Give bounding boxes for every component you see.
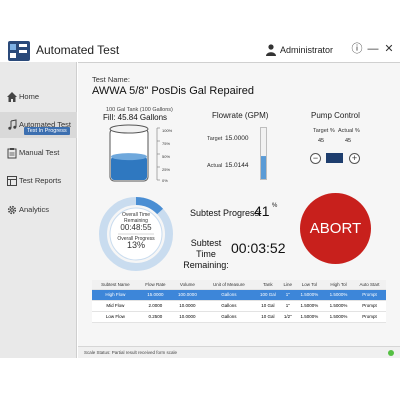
pump-increase-button[interactable]: + <box>349 153 360 164</box>
column-header[interactable]: Auto Start <box>353 280 386 290</box>
column-header[interactable]: Low Tol <box>294 280 324 290</box>
subtest-progress-label: Subtest Progress: <box>190 208 262 218</box>
table-cell: 100 Gal <box>254 289 281 301</box>
column-header[interactable]: High Tol <box>323 280 354 290</box>
sidebar-item-label: Test Reports <box>19 176 62 185</box>
subtest-time-value: 00:03:52 <box>231 240 286 256</box>
abort-button[interactable]: ABORT <box>300 193 371 264</box>
table-cell: 1" <box>280 289 295 301</box>
tank-scale-label: 25% <box>162 167 171 172</box>
table-row[interactable]: Low Flow 0.2500 10.0000 Gallons 10 Gal 1… <box>92 311 386 323</box>
table-cell: 15.0000 <box>138 289 173 301</box>
table-cell: 1.5000% <box>323 300 354 312</box>
tank-scale-label: 100% <box>162 128 173 133</box>
test-in-progress-badge: Test In Progress <box>24 127 70 135</box>
table-cell: Gallons <box>202 289 255 301</box>
pump-control-title: Pump Control <box>311 111 360 120</box>
table-cell: 1.5000% <box>294 300 324 312</box>
table-cell: 10.0000 <box>172 311 203 323</box>
flowrate-actual-label: Actual <box>207 163 223 169</box>
table-cell: 1.5000% <box>294 289 324 301</box>
subtest-table: Subtest Name Flow Rate Volume Unit of Me… <box>92 280 386 323</box>
table-cell: 100.0000 <box>172 289 203 301</box>
test-name: AWWA 5/8" PosDis Gal Repaired <box>92 85 255 97</box>
sidebar-item-label: Manual Test <box>19 148 60 157</box>
tank-scale-label: 75% <box>162 141 171 146</box>
flowrate-bar <box>260 127 267 180</box>
tank-gauge <box>109 124 149 182</box>
overall-time-value: 00:48:55 <box>120 223 152 232</box>
table-cell: 1.5000% <box>294 311 324 323</box>
help-icon[interactable]: ⓘ <box>350 42 364 56</box>
gear-icon <box>7 205 17 215</box>
table-cell: Mid Flow <box>92 300 139 312</box>
pump-target-value: 45 <box>318 138 325 144</box>
column-header[interactable]: Volume <box>172 280 203 290</box>
flowrate-title: Flowrate (GPM) <box>212 111 269 120</box>
pump-decrease-button[interactable]: − <box>310 153 321 164</box>
status-indicator-icon <box>388 350 394 356</box>
table-cell: High Flow <box>92 289 139 301</box>
subtest-progress-unit: % <box>272 203 278 209</box>
sidebar-item-home[interactable]: Home <box>0 84 77 112</box>
status-bar: Scale Status: Partial result received fo… <box>78 346 400 358</box>
column-header[interactable]: Line <box>280 280 295 290</box>
column-header[interactable]: Tank <box>254 280 281 290</box>
table-cell: Low Flow <box>92 311 139 323</box>
pump-actual-label: Actual % <box>338 128 360 134</box>
clipboard-icon <box>7 148 17 159</box>
app-title: Automated Test <box>36 43 120 57</box>
table-cell: 1" <box>280 300 295 312</box>
tank-fill-text: Fill: 45.84 Gallons <box>103 113 168 122</box>
scale-status-text: Scale Status: Partial result received fo… <box>84 350 178 355</box>
subtest-time-label: Subtest Time Remaining: <box>183 238 229 270</box>
table-cell: Gallons <box>202 300 255 312</box>
user-name[interactable]: Administrator <box>280 45 333 55</box>
sidebar-item-analytics[interactable]: Analytics <box>0 197 77 225</box>
table-cell: 1/2" <box>280 311 295 323</box>
sidebar-item-manual-test[interactable]: Manual Test <box>0 140 77 168</box>
pump-actual-value: 45 <box>345 138 352 144</box>
tank-scale-label: 50% <box>162 154 171 159</box>
table-cell: Prompt <box>353 289 386 301</box>
table-cell: Gallons <box>202 311 255 323</box>
table-cell: 10.0000 <box>172 300 203 312</box>
app-logo <box>8 41 30 61</box>
table-cell: 2.0000 <box>138 300 173 312</box>
sidebar-item-test-reports[interactable]: Test Reports <box>0 168 77 196</box>
subtest-progress-value: 41 <box>254 203 270 219</box>
column-header[interactable]: Subtest Name <box>92 280 139 290</box>
overall-progress-value: 13% <box>126 240 145 250</box>
table-cell: 0.2500 <box>138 311 173 323</box>
minimize-button[interactable]: — <box>366 42 380 56</box>
flowrate-target-value: 15.0000 <box>225 135 249 142</box>
table-row[interactable]: Mid Flow 2.0000 10.0000 Gallons 10 Gal 1… <box>92 300 386 312</box>
column-header[interactable]: Unit of Measure <box>202 280 255 290</box>
reports-icon <box>7 176 17 186</box>
close-button[interactable]: ✕ <box>382 42 396 56</box>
sidebar-item-label: Home <box>19 92 40 101</box>
table-cell: 10 Gal <box>254 311 281 323</box>
table-cell: 10 Gal <box>254 300 281 312</box>
flowrate-actual-value: 15.0144 <box>225 162 249 169</box>
tank-scale-label: 0% <box>162 178 168 183</box>
table-row[interactable]: High Flow 15.0000 100.0000 Gallons 100 G… <box>92 289 386 301</box>
table-cell: Prompt <box>353 300 386 312</box>
pump-setpoint-box[interactable] <box>326 153 343 163</box>
flowrate-target-label: Target <box>207 136 223 142</box>
table-cell: 1.5000% <box>323 289 354 301</box>
table-cell: Prompt <box>353 311 386 323</box>
table-cell: 1.5000% <box>323 311 354 323</box>
column-header[interactable]: Flow Rate <box>138 280 173 290</box>
home-icon <box>7 92 17 102</box>
user-icon <box>266 44 276 56</box>
pump-target-label: Target % <box>313 128 335 134</box>
music-note-icon <box>8 119 17 130</box>
title-bar: Automated Test Administrator ⓘ — ✕ <box>0 0 400 62</box>
table-header-row: Subtest Name Flow Rate Volume Unit of Me… <box>92 280 386 290</box>
test-name-label: Test Name: <box>92 75 130 84</box>
overall-progress-ring <box>99 197 173 271</box>
sidebar-item-label: Analytics <box>19 205 50 214</box>
